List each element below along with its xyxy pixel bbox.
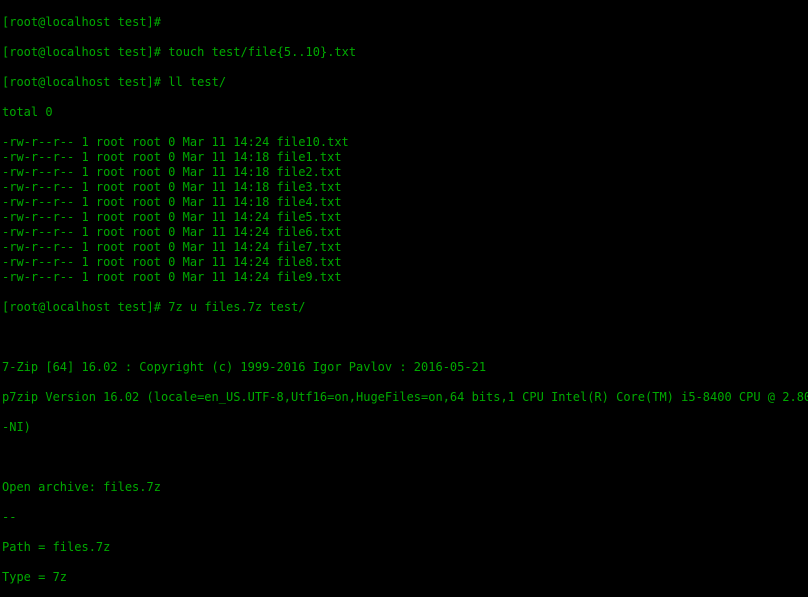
prompt: [root@localhost test]# [2, 300, 161, 314]
file-row: -rw-r--r-- 1 root root 0 Mar 11 14:24 fi… [2, 210, 806, 225]
file-row: -rw-r--r-- 1 root root 0 Mar 11 14:18 fi… [2, 180, 806, 195]
file-row: -rw-r--r-- 1 root root 0 Mar 11 14:24 fi… [2, 135, 806, 150]
7z-banner1: 7-Zip [64] 16.02 : Copyright (c) 1999-20… [2, 360, 806, 375]
file-row: -rw-r--r-- 1 root root 0 Mar 11 14:18 fi… [2, 195, 806, 210]
file-row: -rw-r--r-- 1 root root 0 Mar 11 14:24 fi… [2, 270, 806, 285]
command-touch: touch test/file{5..10}.txt [168, 45, 356, 59]
7z-dashes: -- [2, 510, 806, 525]
7z-open-archive: Open archive: files.7z [2, 480, 806, 495]
file-row: -rw-r--r-- 1 root root 0 Mar 11 14:24 fi… [2, 255, 806, 270]
7z-banner3: -NI) [2, 420, 806, 435]
file-row: -rw-r--r-- 1 root root 0 Mar 11 14:18 fi… [2, 150, 806, 165]
7z-path: Path = files.7z [2, 540, 806, 555]
prompt-line-ll: [root@localhost test]# ll test/ [2, 75, 806, 90]
prompt-line-empty: [root@localhost test]# [2, 15, 806, 30]
blank-line [2, 450, 806, 465]
prompt-line-7z: [root@localhost test]# 7z u files.7z tes… [2, 300, 806, 315]
command-ll: ll test/ [168, 75, 226, 89]
command-7z: 7z u files.7z test/ [168, 300, 305, 314]
file-row: -rw-r--r-- 1 root root 0 Mar 11 14:24 fi… [2, 225, 806, 240]
prompt: [root@localhost test]# [2, 45, 161, 59]
file-row: -rw-r--r-- 1 root root 0 Mar 11 14:24 fi… [2, 240, 806, 255]
ll-total: total 0 [2, 105, 806, 120]
blank-line [2, 330, 806, 345]
7z-type: Type = 7z [2, 570, 806, 585]
prompt: [root@localhost test]# [2, 75, 161, 89]
file-row: -rw-r--r-- 1 root root 0 Mar 11 14:18 fi… [2, 165, 806, 180]
7z-banner2: p7zip Version 16.02 (locale=en_US.UTF-8,… [2, 390, 806, 405]
prompt-line-touch: [root@localhost test]# touch test/file{5… [2, 45, 806, 60]
terminal[interactable]: [root@localhost test]# [root@localhost t… [0, 0, 808, 597]
prompt: [root@localhost test]# [2, 15, 161, 29]
